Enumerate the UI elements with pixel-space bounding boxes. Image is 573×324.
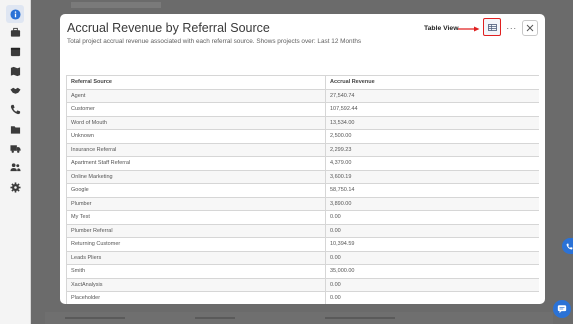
revenue-table-container[interactable]: Referral Source Accrual Revenue Agent 27,… xyxy=(66,75,539,304)
table-row: Apartment Staff Referral 4,379.00 xyxy=(66,156,539,171)
accrual-revenue-cell: 58,750.14 xyxy=(325,183,539,198)
referral-source-cell: Smith xyxy=(66,264,326,279)
referral-source-cell: Customer xyxy=(66,102,326,117)
table-row: Leads Pliers 0.00 xyxy=(66,250,539,265)
phone-tab-button[interactable] xyxy=(562,238,573,254)
background-footer xyxy=(45,312,553,324)
table-header-row: Referral Source Accrual Revenue xyxy=(66,75,539,90)
table-row: My Test 0.00 xyxy=(66,210,539,225)
accrual-revenue-cell: 2,500.00 xyxy=(325,129,539,144)
referral-source-cell: Google xyxy=(66,183,326,198)
gear-icon[interactable] xyxy=(7,181,23,193)
referral-source-cell: Online Marketing xyxy=(66,169,326,184)
truck-icon[interactable] xyxy=(7,142,23,154)
table-row: Word of Mouth 13,534.00 xyxy=(66,115,539,130)
accrual-revenue-cell: 3,890.00 xyxy=(325,196,539,211)
referral-source-cell: My Test xyxy=(66,210,326,225)
chat-icon xyxy=(557,305,567,314)
table-row: Plumber Referral 0.00 xyxy=(66,223,539,238)
background-heading xyxy=(71,2,161,8)
chat-button[interactable] xyxy=(553,300,571,318)
table-row: Unknown 2,500.00 xyxy=(66,129,539,144)
referral-source-cell: XactAnalysis xyxy=(66,277,326,292)
referral-source-cell: Apartment Staff Referral xyxy=(66,156,326,171)
handshake-icon[interactable] xyxy=(7,84,23,96)
referral-source-cell: Agent xyxy=(66,88,326,103)
close-icon xyxy=(526,24,534,32)
table-row: Placeholder 0.00 xyxy=(66,291,539,304)
accrual-revenue-cell: 10,394.59 xyxy=(325,237,539,252)
table-view-annotation: Table View xyxy=(424,25,459,32)
column-header-referral-source[interactable]: Referral Source xyxy=(66,75,326,90)
referral-source-cell: Unknown xyxy=(66,129,326,144)
accrual-revenue-cell: 0.00 xyxy=(325,223,539,238)
close-button[interactable] xyxy=(522,20,538,36)
phone-icon xyxy=(566,243,572,249)
accrual-revenue-cell: 2,299.23 xyxy=(325,142,539,157)
table-row: XactAnalysis 0.00 xyxy=(66,277,539,292)
table-row: Plumber 3,890.00 xyxy=(66,196,539,211)
accrual-revenue-cell: 27,540.74 xyxy=(325,88,539,103)
folder-icon[interactable] xyxy=(7,123,23,135)
modal-title: Accrual Revenue by Referral Source xyxy=(67,21,270,35)
users-icon[interactable] xyxy=(7,161,23,173)
referral-source-cell: Returning Customer xyxy=(66,237,326,252)
table-row: Insurance Referral 2,299.23 xyxy=(66,142,539,157)
accrual-revenue-cell: 0.00 xyxy=(325,210,539,225)
table-row: Customer 107,592.44 xyxy=(66,102,539,117)
referral-source-cell: Plumber xyxy=(66,196,326,211)
calendar-icon[interactable] xyxy=(7,45,23,57)
referral-source-cell: Word of Mouth xyxy=(66,115,326,130)
table-row: Agent 27,540.74 xyxy=(66,88,539,103)
table-row: Returning Customer 10,394.59 xyxy=(66,237,539,252)
sidebar xyxy=(0,0,31,324)
column-header-accrual-revenue[interactable]: Accrual Revenue xyxy=(325,75,539,90)
table-row: Online Marketing 3,600.19 xyxy=(66,169,539,184)
annotation-arrow-icon xyxy=(458,26,480,32)
referral-source-cell: Insurance Referral xyxy=(66,142,326,157)
referral-source-cell: Placeholder xyxy=(66,291,326,304)
accrual-revenue-cell: 0.00 xyxy=(325,250,539,265)
referral-source-cell: Leads Pliers xyxy=(66,250,326,265)
accrual-revenue-cell: 0.00 xyxy=(325,291,539,304)
table-row: Smith 35,000.00 xyxy=(66,264,539,279)
table-row: Google 58,750.14 xyxy=(66,183,539,198)
accrual-revenue-cell: 4,379.00 xyxy=(325,156,539,171)
info-icon[interactable] xyxy=(6,5,24,23)
modal-subtitle: Total project accrual revenue associated… xyxy=(67,38,362,45)
revenue-table: Referral Source Accrual Revenue Agent 27,… xyxy=(66,75,539,304)
accrual-revenue-cell: 3,600.19 xyxy=(325,169,539,184)
accrual-revenue-modal: Accrual Revenue by Referral Source Total… xyxy=(60,14,545,304)
accrual-revenue-cell: 0.00 xyxy=(325,277,539,292)
more-options-button[interactable]: ··· xyxy=(504,20,519,35)
map-icon[interactable] xyxy=(7,65,23,77)
table-view-button[interactable] xyxy=(483,18,501,36)
table-view-icon xyxy=(487,23,497,31)
briefcase-icon[interactable] xyxy=(7,26,23,38)
phone-icon[interactable] xyxy=(7,103,23,115)
accrual-revenue-cell: 107,592.44 xyxy=(325,102,539,117)
accrual-revenue-cell: 35,000.00 xyxy=(325,264,539,279)
more-options-icon: ··· xyxy=(506,22,517,33)
referral-source-cell: Plumber Referral xyxy=(66,223,326,238)
accrual-revenue-cell: 13,534.00 xyxy=(325,115,539,130)
